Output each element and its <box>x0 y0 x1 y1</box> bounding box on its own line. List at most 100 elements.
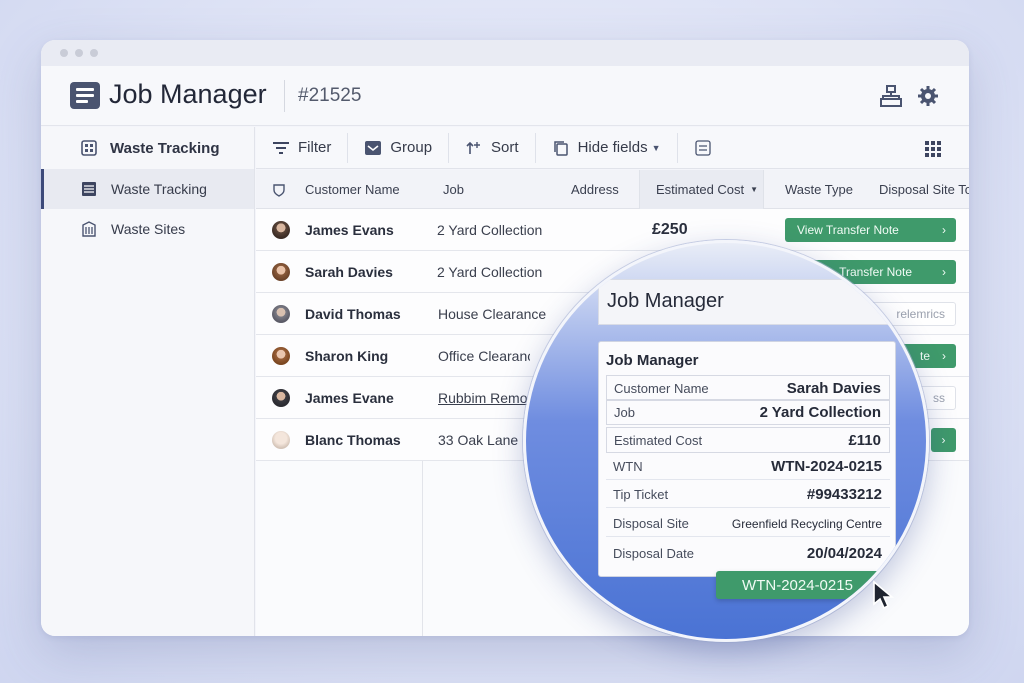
sidebar-item-waste-sites[interactable]: Waste Sites <box>41 209 254 249</box>
field-customer-name[interactable]: Customer Name Sarah Davies <box>606 375 890 401</box>
field-value: £110 <box>848 431 881 449</box>
field-job[interactable]: Job 2 Yard Collection <box>606 399 890 425</box>
sidebar-item-waste-tracking[interactable]: Waste Tracking <box>41 169 254 209</box>
customer-cell: James Evans <box>272 209 394 251</box>
field-label: Customer Name <box>614 380 709 396</box>
window-chrome <box>41 40 969 66</box>
avatar <box>272 389 290 407</box>
customer-name: James Evans <box>305 222 394 238</box>
field-tip-ticket[interactable]: Tip Ticket #99433212 <box>606 482 890 508</box>
chevron-down-icon: ▼ <box>750 185 759 194</box>
filter-label: Filter <box>298 139 332 156</box>
field-label: Disposal Date <box>613 545 694 561</box>
field-value: Greenfield Recycling Centre <box>731 516 882 531</box>
customer-cell: Blanc Thomas <box>272 419 401 461</box>
job-cell: 2 Yard Collection <box>437 264 543 280</box>
col-estimated-cost[interactable]: Estimated Cost ▼ <box>639 170 764 209</box>
table-row[interactable]: James Evans 2 Yard Collection £250 View … <box>256 209 969 251</box>
hide-fields-label: Hide fields <box>577 139 648 156</box>
field-label: Estimated Cost <box>614 432 703 448</box>
field-label: Tip Ticket <box>613 487 669 502</box>
customer-name: Sharon King <box>305 348 389 364</box>
sidebar-item-label: Waste Sites <box>111 221 186 237</box>
job-cell: 2 Yard Collection <box>437 222 543 238</box>
card-title: Job Manager <box>606 352 699 369</box>
hierarchy-icon[interactable] <box>879 84 903 108</box>
filter-icon <box>272 140 290 156</box>
sidebar-section-label: Waste Tracking <box>110 139 220 157</box>
job-cell[interactable]: Rubbim Remo <box>438 377 528 419</box>
window-dot[interactable] <box>60 49 68 57</box>
field-disposal-site[interactable]: Disposal Site Greenfield Recycling Centre <box>606 511 890 537</box>
field-label: Job <box>614 404 635 420</box>
magnifier-lens: Job Manager Job Manager Customer Name Sar… <box>523 240 929 642</box>
job-detail-card: Job Manager Customer Name Sarah Davies Jo… <box>598 341 896 577</box>
pill-label: ss <box>933 391 945 405</box>
col-disposal-site[interactable]: Disposal Site To <box>879 170 969 209</box>
chevron-right-icon: › <box>942 349 946 363</box>
view-transfer-note-button[interactable]: View Transfer Note › <box>785 218 956 242</box>
toolbar: Filter Group Sort Hide fields ▼ <box>256 127 969 169</box>
gear-icon[interactable] <box>916 84 940 108</box>
group-icon <box>364 140 382 156</box>
customer-cell: Sarah Davies <box>272 251 393 293</box>
app-title: Job Manager <box>109 79 267 109</box>
record-id: #21525 <box>298 85 362 106</box>
customer-name: Blanc Thomas <box>305 432 401 448</box>
group-button[interactable]: Group <box>348 132 450 163</box>
col-customer-name[interactable]: Customer Name <box>305 170 400 209</box>
view-transfer-note-button[interactable]: › <box>931 428 956 452</box>
chevron-right-icon: › <box>941 433 946 447</box>
field-label: WTN <box>613 459 643 474</box>
sort-button[interactable]: Sort <box>449 132 536 163</box>
magnified-app-title: Job Manager <box>607 290 724 312</box>
avatar <box>272 221 290 239</box>
shield-icon[interactable] <box>272 170 286 209</box>
field-value: 2 Yard Collection <box>759 403 881 421</box>
divider <box>284 80 285 112</box>
filter-button[interactable]: Filter <box>256 132 349 163</box>
hide-fields-button[interactable]: Hide fields ▼ <box>536 132 678 163</box>
field-value: Sarah Davies <box>786 379 881 397</box>
col-address[interactable]: Address <box>571 170 619 209</box>
sidebar-section[interactable]: Waste Tracking <box>41 127 254 169</box>
building-icon <box>81 221 97 237</box>
pill-label: Transfer Note <box>839 265 912 279</box>
field-wtn[interactable]: WTN WTN-2024-0215 <box>606 454 890 480</box>
customer-name: David Thomas <box>305 306 401 322</box>
customer-cell: James Evane <box>272 377 394 419</box>
customer-name: James Evane <box>305 390 394 406</box>
col-job[interactable]: Job <box>443 170 464 209</box>
field-label: Disposal Site <box>613 516 689 531</box>
list-icon <box>694 139 712 156</box>
app-header: Job Manager #21525 <box>41 66 969 126</box>
avatar <box>272 431 290 449</box>
grid-box-icon <box>81 140 97 156</box>
document-icon <box>70 82 100 109</box>
sidebar: Waste Tracking Waste Tracking Waste Site… <box>41 127 255 636</box>
field-value: #99433212 <box>806 486 882 503</box>
copy-icon <box>552 140 570 156</box>
table-icon <box>81 181 97 197</box>
wtn-button[interactable]: WTN-2024-0215 <box>716 571 879 599</box>
pill-label: View Transfer Note <box>797 223 899 237</box>
col-waste-type[interactable]: Waste Type <box>785 170 853 209</box>
job-cell: Office Clearance <box>438 348 530 364</box>
apps-grid-icon[interactable] <box>925 141 941 162</box>
group-label: Group <box>390 139 433 156</box>
job-cell: House Clearance <box>438 306 547 322</box>
customer-cell: Sharon King <box>272 335 388 377</box>
table-header: Customer Name Job Address Estimated Cost… <box>256 170 969 209</box>
field-disposal-date[interactable]: Disposal Date 20/04/2024 <box>606 540 890 566</box>
pill-label: te <box>919 349 930 363</box>
col-estimated-cost-label: Estimated Cost <box>656 182 745 197</box>
job-cell: 33 Oak Lane <box>438 432 519 448</box>
row-height-button[interactable] <box>678 133 728 163</box>
field-estimated-cost[interactable]: Estimated Cost £110 <box>606 427 890 453</box>
window-dot[interactable] <box>75 49 83 57</box>
field-value: 20/04/2024 <box>806 544 882 562</box>
chevron-right-icon: › <box>942 223 946 237</box>
chevron-right-icon: › <box>942 265 946 279</box>
window-dot[interactable] <box>90 49 98 57</box>
field-value: WTN-2024-0215 <box>771 458 882 475</box>
